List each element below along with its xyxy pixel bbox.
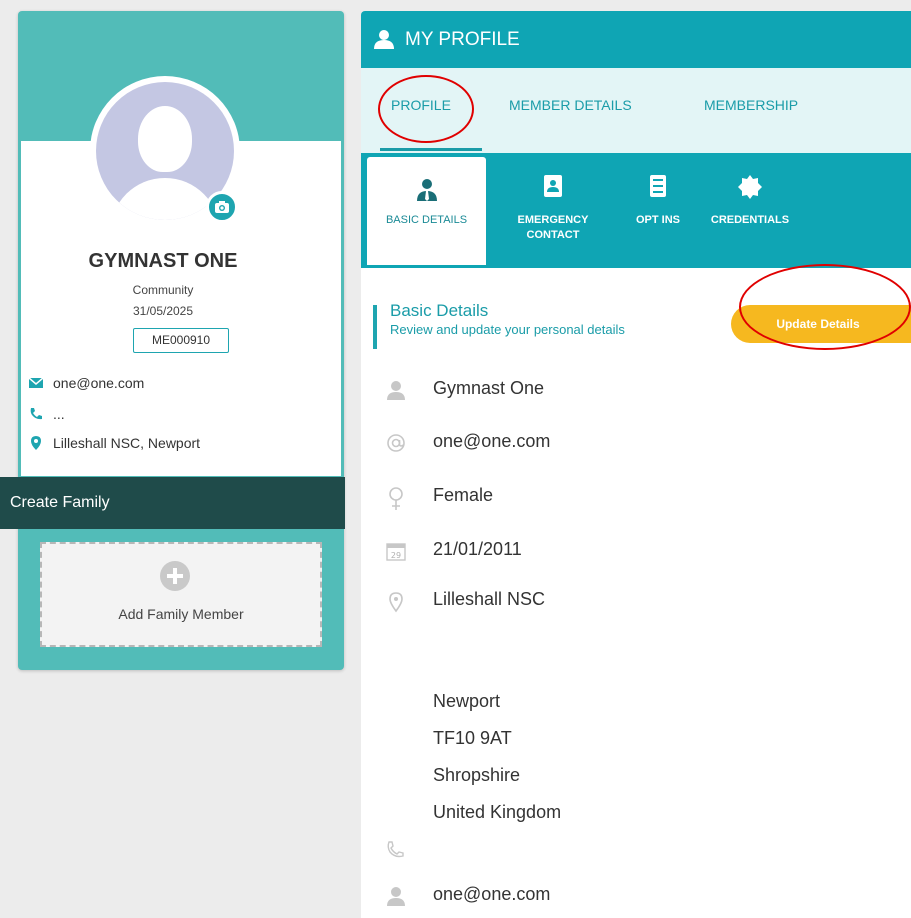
detail-address-country: United Kingdom bbox=[433, 802, 562, 822]
subtab-credentials[interactable]: CREDENTIALS bbox=[700, 153, 800, 268]
badge-icon bbox=[738, 175, 762, 202]
member-id-badge: ME000910 bbox=[133, 328, 229, 353]
subtab-opt-ins[interactable]: OPT INS bbox=[623, 153, 693, 268]
active-tab-indicator bbox=[380, 148, 482, 151]
detail-row-email: one@one.com bbox=[361, 428, 911, 458]
section-accent-bar bbox=[373, 305, 377, 349]
user-email: one@one.com bbox=[53, 375, 145, 391]
detail-row-address: Lilleshall NSC bbox=[361, 586, 911, 616]
tab-profile[interactable]: PROFILE bbox=[391, 97, 451, 113]
subtab-emergency-label-2: CONTACT bbox=[526, 229, 580, 241]
detail-address-line1: Lilleshall NSC bbox=[433, 589, 546, 609]
subtab-opt-ins-label: OPT INS bbox=[635, 214, 680, 226]
plus-icon bbox=[160, 561, 190, 591]
detail-address-postcode: TF10 9AT bbox=[433, 728, 512, 748]
person-tie-icon bbox=[416, 179, 437, 204]
create-family-header: Create Family bbox=[0, 477, 345, 529]
svg-text:29: 29 bbox=[391, 551, 401, 560]
person-icon bbox=[386, 886, 406, 911]
detail-dob: 21/01/2011 bbox=[433, 539, 522, 559]
detail-gender: Female bbox=[433, 485, 494, 505]
envelope-icon bbox=[28, 376, 44, 390]
user-email-row: one@one.com bbox=[28, 375, 145, 391]
map-pin-icon bbox=[29, 436, 43, 450]
detail-row-phone bbox=[361, 836, 911, 866]
subtab-emergency-label-1: EMERGENCY bbox=[517, 214, 589, 226]
add-family-member-button[interactable]: Add Family Member bbox=[40, 542, 322, 647]
update-details-button[interactable]: Update Details bbox=[731, 305, 911, 343]
detail-email: one@one.com bbox=[433, 431, 551, 451]
phone-icon bbox=[29, 407, 43, 421]
profile-subtabs: BASIC DETAILS EMERGENCY CONTACT OPT INS … bbox=[361, 153, 911, 268]
page-title: MY PROFILE bbox=[405, 29, 520, 50]
detail-row-dob: 29 21/01/2011 bbox=[361, 536, 911, 566]
camera-icon[interactable] bbox=[206, 191, 238, 223]
tab-member-details[interactable]: MEMBER DETAILS bbox=[509, 97, 632, 113]
membership-expiry: 31/05/2025 bbox=[132, 304, 194, 318]
detail-contact-email: one@one.com bbox=[433, 884, 551, 904]
location-pin-icon bbox=[386, 591, 406, 618]
user-phone-row: ... bbox=[29, 406, 65, 422]
tab-membership[interactable]: MEMBERSHIP bbox=[704, 97, 798, 113]
phone-outline-icon bbox=[386, 841, 404, 864]
detail-row-name: Gymnast One bbox=[361, 375, 911, 405]
detail-address-county: Shropshire bbox=[433, 765, 521, 785]
user-location: Lilleshall NSC, Newport bbox=[53, 435, 201, 451]
section-title: Basic Details bbox=[390, 301, 489, 320]
title-bar: MY PROFILE bbox=[361, 11, 911, 68]
detail-row-gender: Female bbox=[361, 482, 911, 512]
contact-book-icon bbox=[544, 175, 562, 200]
user-phone: ... bbox=[53, 406, 65, 422]
profile-tabs: PROFILE MEMBER DETAILS MEMBERSHIP bbox=[361, 68, 911, 153]
detail-name: Gymnast One bbox=[433, 378, 545, 398]
detail-address-town: Newport bbox=[433, 691, 501, 711]
user-name: GYMNAST ONE bbox=[88, 250, 238, 272]
subtab-credentials-label: CREDENTIALS bbox=[710, 214, 790, 226]
user-icon bbox=[374, 30, 394, 49]
subtab-basic-details[interactable]: BASIC DETAILS bbox=[367, 157, 486, 265]
profile-panel: MY PROFILE PROFILE MEMBER DETAILS MEMBER… bbox=[361, 11, 911, 918]
section-subtitle: Review and update your personal details bbox=[390, 322, 625, 337]
add-family-member-label: Add Family Member bbox=[118, 606, 244, 622]
user-location-row: Lilleshall NSC, Newport bbox=[29, 435, 200, 451]
basic-details-content: Basic Details Review and update your per… bbox=[361, 268, 911, 918]
detail-row-contact-email: one@one.com bbox=[361, 881, 911, 911]
subtab-basic-details-label: BASIC DETAILS bbox=[385, 214, 468, 226]
calendar-icon: 29 bbox=[386, 541, 406, 566]
membership-type: Community bbox=[132, 283, 194, 297]
person-icon bbox=[386, 380, 406, 405]
subtab-emergency-contact[interactable]: EMERGENCY CONTACT bbox=[504, 153, 602, 268]
female-icon bbox=[386, 487, 406, 516]
at-sign-icon bbox=[386, 433, 406, 458]
checklist-icon bbox=[650, 175, 666, 200]
